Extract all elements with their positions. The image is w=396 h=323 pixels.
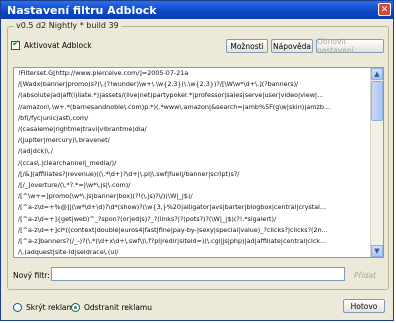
add-filter-button[interactable]: Přidat (354, 271, 376, 280)
filter-item[interactable]: /[^a-z\d=+]cl*((context|double|euros4|fa… (14, 225, 370, 236)
hide-ads-radio[interactable] (13, 303, 22, 312)
title-bar: Nastavení filtru Adblock ✕ (1, 1, 393, 19)
scroll-thumb[interactable] (371, 81, 383, 121)
filter-item[interactable]: /[/_]overture/(\.*?.*=|\w*\.js|\.com)/ (14, 180, 370, 191)
filter-item[interactable]: /[^a-z]banners?(/_-)?(\.*(\d+x\d+\.swf\)… (14, 236, 370, 247)
help-button[interactable]: Nápověda (271, 39, 313, 53)
filter-list-scrollbar[interactable]: ▲ ▼ (370, 68, 383, 257)
filter-item[interactable]: /(ad|dck)\./ (14, 146, 370, 157)
options-button[interactable]: Možnosti (226, 39, 268, 53)
activate-adblock-row[interactable]: ✔ Aktivovat Adblock (11, 39, 92, 50)
filter-item[interactable]: /[^\w+=]promo(\w*\.js|banner|box)(?!(\.j… (14, 191, 370, 202)
filter-list-content: !Filterset.G[http://www.pierceive.com/]=… (14, 68, 370, 257)
filter-item[interactable]: /[^a-z\d=+]{get|web)^_?spon?(or|ed|s)?_?… (14, 214, 370, 225)
filter-item[interactable]: /\.(adquest|site-id|seldrace\.(ul/ (14, 247, 370, 257)
activate-adblock-label: Aktivovat Adblock (24, 41, 92, 50)
refresh-settings-button[interactable]: Obnovit nastavení (316, 37, 384, 55)
version-legend: v0.5 d2 Nightly * build 39 (14, 21, 121, 30)
window-title: Nastavení filtru Adblock (7, 3, 157, 17)
filter-item[interactable]: !Filterset.G[http://www.pierceive.com/]=… (14, 68, 370, 79)
filter-item[interactable]: /(jupiter|mercury)\.bravenet/ (14, 135, 370, 146)
close-icon[interactable]: ✕ (378, 3, 391, 16)
hide-ads-option[interactable]: Skrýt reklamu (13, 303, 79, 312)
scroll-down-icon[interactable]: ▼ (371, 245, 383, 257)
filter-item[interactable]: /bf(/fyc|unic)ast\.com/ (14, 113, 370, 124)
radio-selected-icon (74, 306, 77, 309)
activate-adblock-checkbox[interactable]: ✔ (11, 39, 20, 50)
remove-ads-label: Odstranit reklamu (84, 303, 152, 312)
done-button[interactable]: Hotovo (343, 299, 385, 313)
filter-list[interactable]: !Filterset.G[http://www.pierceive.com/]=… (13, 67, 384, 258)
filter-item[interactable]: /(ccas\.|clearchannel|_media/)/ (14, 158, 370, 169)
new-filter-label: Nový filtr: (13, 271, 50, 280)
adblock-settings-window: Nastavení filtru Adblock ✕ v0.5 d2 Night… (0, 0, 394, 321)
filter-item[interactable]: /[/&](affiliates?|revenue)((\.*\d+)?\d+|… (14, 169, 370, 180)
filter-item[interactable]: /(casaleme|rightme|travi|vibrantme)dia/ (14, 124, 370, 135)
remove-ads-option[interactable]: Odstranit reklamu (71, 303, 152, 312)
remove-ads-radio[interactable] (71, 303, 80, 312)
filter-item[interactable]: //amazon\.\w+.*(barnesandnoble\.com)p.*)… (14, 102, 370, 113)
filter-item[interactable]: /[^a-z\d=+%@]|(\w*\d+\d)?\d*(show)?(\w{3… (14, 202, 370, 213)
new-filter-input[interactable] (51, 267, 345, 281)
scroll-up-icon[interactable]: ▲ (371, 68, 383, 80)
checkmark-icon: ✔ (12, 39, 20, 49)
filter-item[interactable]: /[Wadx(banner|promo)s?(\.(?!wunder)\w+\.… (14, 79, 370, 90)
filter-item[interactable]: /(absolute|ad|aff(i)liate.*)|assets/(liv… (14, 90, 370, 101)
